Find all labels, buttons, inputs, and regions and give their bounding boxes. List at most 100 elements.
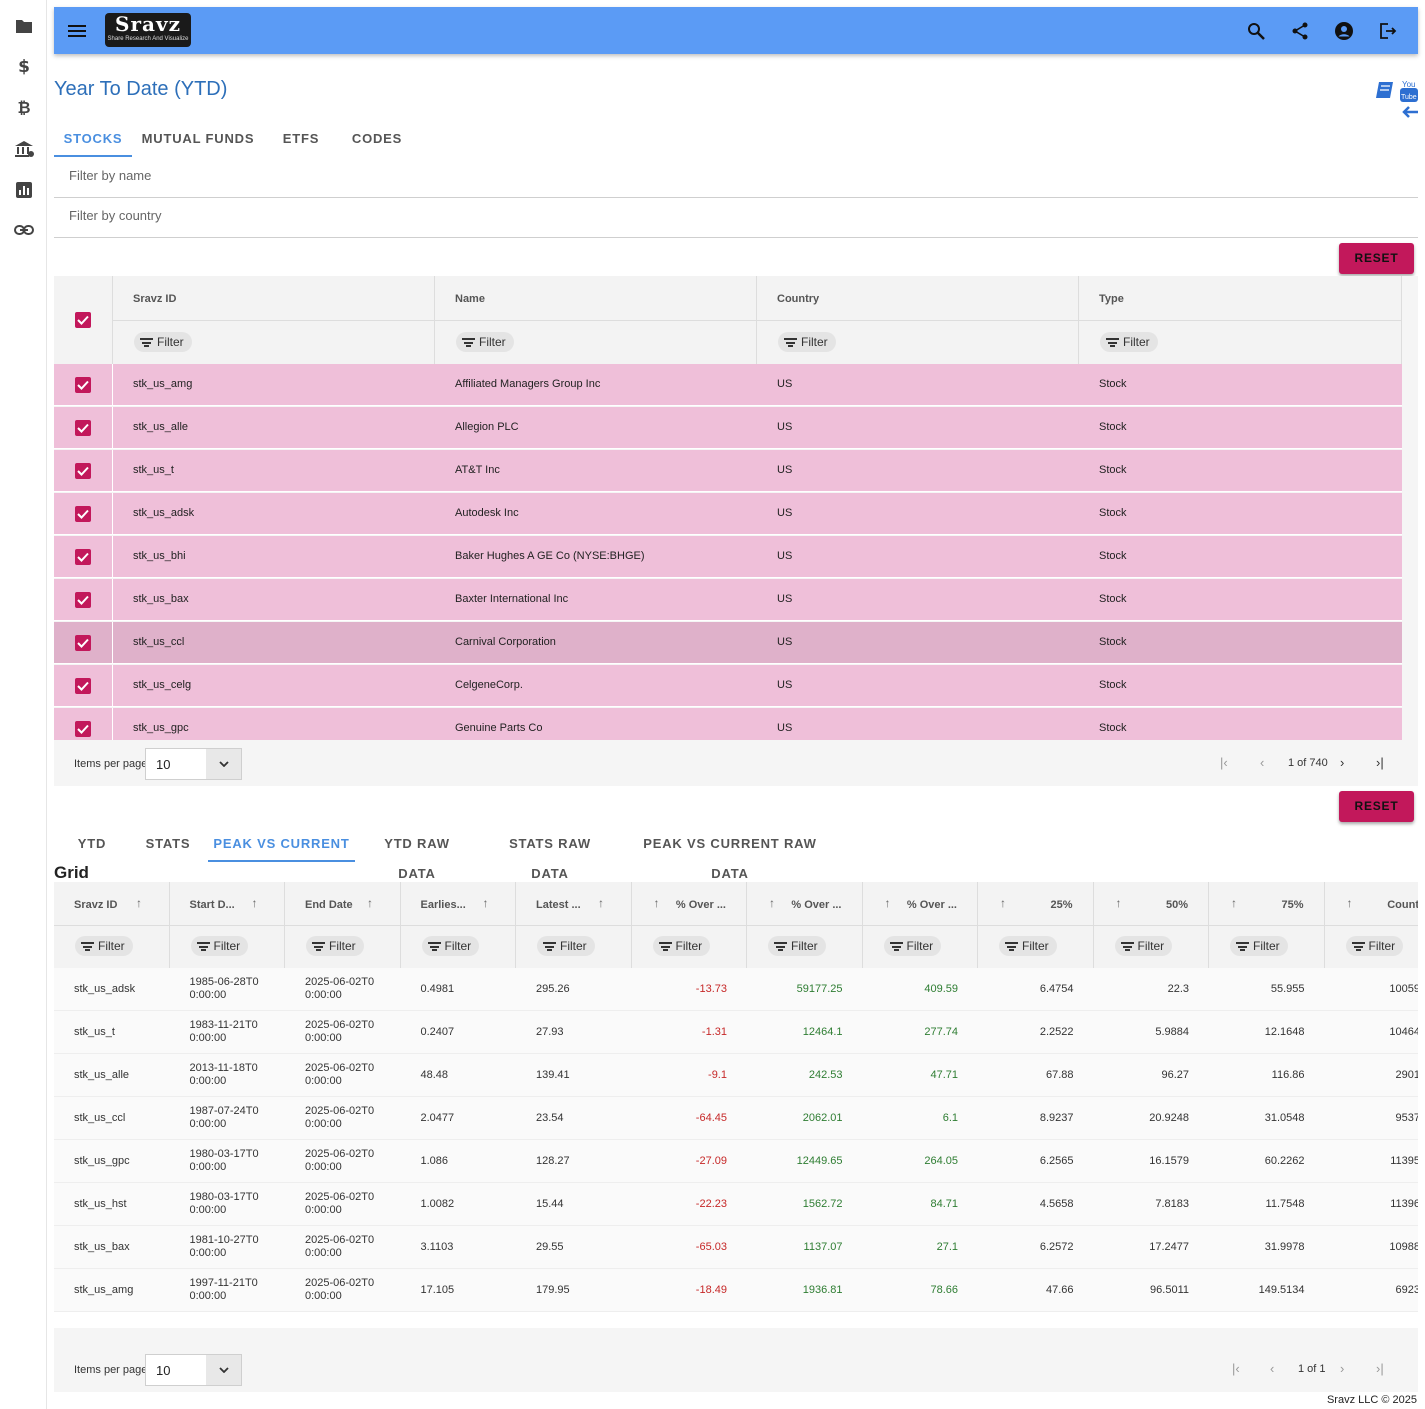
sort-arrow-icon[interactable]: ↑ [885, 896, 891, 910]
filter-button[interactable]: Filter [1345, 936, 1404, 956]
dollar-icon[interactable]: $ [12, 55, 36, 79]
tab-ytd-raw-data[interactable]: YTD RAW DATA [364, 829, 470, 881]
table-row[interactable]: stk_us_t 1983-11-21T00:00:00 2025-06-02T00… [54, 1011, 1418, 1054]
filter-button[interactable]: Filter [768, 936, 826, 956]
sort-arrow-icon[interactable]: ↑ [1347, 896, 1353, 910]
column-header-p75[interactable]: 75% ↑ Filter [1209, 882, 1325, 968]
prev-page-icon[interactable]: ‹ [1270, 1361, 1274, 1376]
sort-arrow-icon[interactable]: ↑ [654, 896, 660, 910]
sort-arrow-icon[interactable]: ↑ [598, 896, 604, 910]
row-checkbox[interactable] [75, 506, 91, 522]
tab-peak-vs-current[interactable]: PEAK VS CURRENT [208, 829, 355, 862]
logout-icon[interactable] [1376, 19, 1400, 43]
filter-button[interactable]: Filter [778, 332, 836, 352]
column-header-earliest[interactable]: Earlies... ↑ Filter [400, 882, 516, 968]
bitcoin-icon[interactable]: ₿ [12, 96, 36, 120]
first-page-icon[interactable]: |‹ [1220, 755, 1228, 770]
sort-arrow-icon[interactable]: ↑ [252, 896, 258, 910]
filter-button[interactable]: Filter [999, 936, 1057, 956]
first-page-icon[interactable]: |‹ [1232, 1361, 1240, 1376]
table-row[interactable]: stk_us_adsk Autodesk Inc US Stock [54, 493, 1402, 535]
filter-by-name-input[interactable]: Filter by name [54, 158, 1418, 198]
prev-page-icon[interactable]: ‹ [1260, 755, 1264, 770]
next-page-icon[interactable]: › [1340, 1361, 1344, 1376]
column-header-o3[interactable]: % Over ... ↑ Filter [862, 882, 978, 968]
account-icon[interactable] [1332, 19, 1356, 43]
table-row[interactable]: stk_us_hst 1980-03-17T00:00:00 2025-06-02T… [54, 1183, 1418, 1226]
column-header-sravz-id[interactable]: Sravz ID Filter [112, 276, 434, 364]
row-checkbox[interactable] [75, 635, 91, 651]
sort-arrow-icon[interactable]: ↑ [136, 896, 142, 910]
filter-by-country-input[interactable]: Filter by country [54, 198, 1418, 238]
sravz-logo[interactable]: Sravz Share Research And Visualize [105, 13, 191, 47]
reset-button-top[interactable]: RESET [1339, 243, 1414, 274]
filter-button[interactable]: Filter [456, 332, 514, 352]
folder-icon[interactable] [12, 14, 36, 38]
sort-arrow-icon[interactable]: ↑ [1231, 896, 1237, 910]
youtube-icon[interactable]: You Tube [1400, 80, 1418, 102]
table-row[interactable]: stk_us_t AT&T Inc US Stock [54, 450, 1402, 492]
table-row[interactable]: stk_us_gpc 1980-03-17T00:00:00 2025-06-02T… [54, 1140, 1418, 1183]
table-row[interactable]: stk_us_bax Baxter International Inc US Stoc… [54, 579, 1402, 621]
table-row[interactable]: stk_us_ccl Carnival Corporation US Stock [54, 622, 1402, 664]
column-header-name[interactable]: Name Filter [434, 276, 756, 364]
tab-stocks[interactable]: STOCKS [54, 124, 132, 157]
table-row[interactable]: stk_us_bax 1981-10-27T00:00:00 2025-06-02T… [54, 1226, 1418, 1269]
back-arrow-icon[interactable] [1402, 106, 1418, 118]
row-checkbox[interactable] [75, 420, 91, 436]
table-row[interactable]: stk_us_alle Allegion PLC US Stock [54, 407, 1402, 449]
sort-arrow-icon[interactable]: ↑ [367, 896, 373, 910]
column-header-id[interactable]: Sravz ID ↑ Filter [54, 882, 170, 968]
row-checkbox[interactable] [75, 377, 91, 393]
column-header-o1[interactable]: % Over ... ↑ Filter [631, 882, 747, 968]
column-header-p50[interactable]: 50% ↑ Filter [1093, 882, 1209, 968]
column-header-end[interactable]: End Date ↑ Filter [285, 882, 401, 968]
table-row[interactable]: stk_us_amg Affiliated Managers Group Inc U… [54, 364, 1402, 406]
row-checkbox[interactable] [75, 678, 91, 694]
book-icon[interactable] [1376, 82, 1393, 98]
horizontal-scrollbar[interactable] [54, 1328, 1418, 1346]
filter-button[interactable]: Filter [134, 332, 192, 352]
row-checkbox[interactable] [75, 549, 91, 565]
items-per-page-select[interactable]: 10 [145, 1354, 242, 1386]
filter-button[interactable]: Filter [75, 936, 133, 956]
tab-peak-vs-current-raw-data[interactable]: PEAK VS CURRENT RAW DATA [630, 829, 830, 881]
link-icon[interactable] [12, 218, 36, 242]
filter-button[interactable]: Filter [421, 936, 480, 956]
next-page-icon[interactable]: › [1340, 755, 1344, 770]
table-row[interactable]: stk_us_ccl 1987-07-24T00:00:00 2025-06-02T… [54, 1097, 1418, 1140]
table-row[interactable]: stk_us_amg 1997-11-21T00:00:00 2025-06-02T… [54, 1269, 1418, 1312]
column-header-p25[interactable]: 25% ↑ Filter [978, 882, 1094, 968]
filter-button[interactable]: Filter [1100, 332, 1158, 352]
sort-arrow-icon[interactable]: ↑ [1116, 896, 1122, 910]
last-page-icon[interactable]: ›| [1376, 755, 1384, 770]
column-header-type[interactable]: Type Filter [1078, 276, 1402, 364]
search-icon[interactable] [1244, 19, 1268, 43]
column-header-start[interactable]: Start D... ↑ Filter [169, 882, 285, 968]
last-page-icon[interactable]: ›| [1376, 1361, 1384, 1376]
filter-button[interactable]: Filter [190, 936, 249, 956]
table-row[interactable]: stk_us_alle 2013-11-18T00:00:00 2025-06-02… [54, 1054, 1418, 1097]
column-header-country[interactable]: Country Filter [756, 276, 1078, 364]
sort-arrow-icon[interactable]: ↑ [483, 896, 489, 910]
table-row[interactable]: stk_us_bhi Baker Hughes A GE Co (NYSE:BHG… [54, 536, 1402, 578]
reset-button-bottom[interactable]: RESET [1339, 791, 1414, 822]
column-header-o2[interactable]: % Over ... ↑ Filter [747, 882, 863, 968]
menu-icon[interactable] [65, 19, 89, 43]
row-checkbox[interactable] [75, 592, 91, 608]
select-all-checkbox[interactable] [75, 312, 91, 328]
filter-button[interactable]: Filter [306, 936, 364, 956]
filter-button[interactable]: Filter [1114, 936, 1173, 956]
table-row[interactable]: stk_us_celg CelgeneCorp. US Stock [54, 665, 1402, 707]
row-checkbox[interactable] [75, 463, 91, 479]
share-icon[interactable] [1288, 19, 1312, 43]
filter-button[interactable]: Filter [652, 936, 711, 956]
filter-button[interactable]: Filter [537, 936, 595, 956]
tab-stats[interactable]: STATS [142, 829, 194, 862]
tab-codes[interactable]: CODES [344, 124, 410, 157]
filter-button[interactable]: Filter [883, 936, 942, 956]
filter-button[interactable]: Filter [1230, 936, 1288, 956]
bank-icon[interactable] [12, 137, 36, 161]
sort-arrow-icon[interactable]: ↑ [769, 896, 775, 910]
tab-ytd[interactable]: YTD [72, 829, 112, 862]
